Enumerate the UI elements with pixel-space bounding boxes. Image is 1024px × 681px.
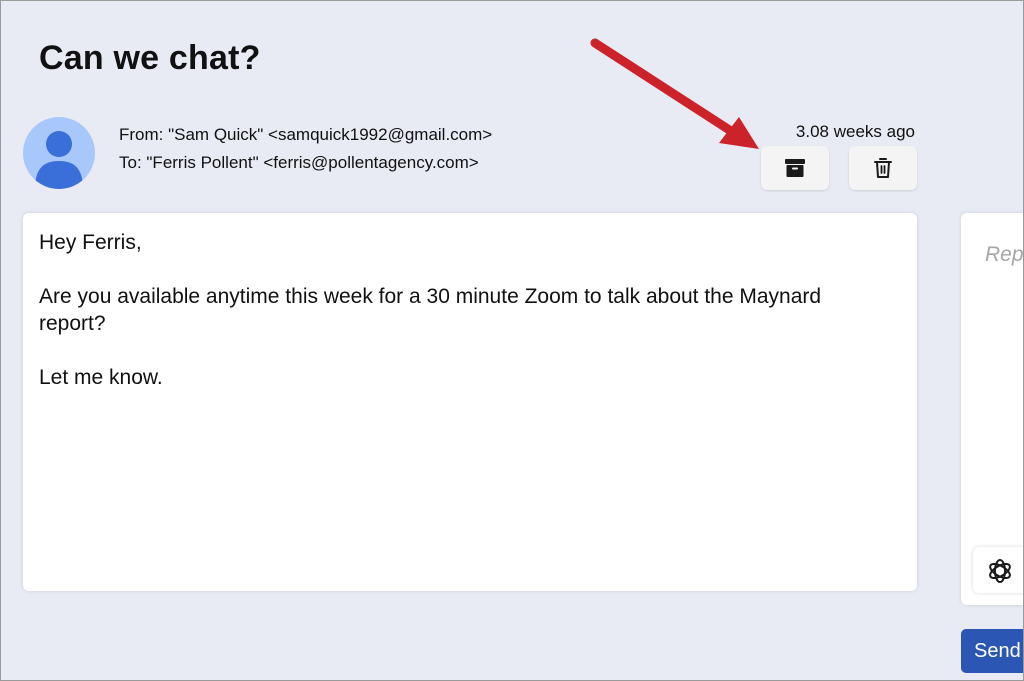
email-timestamp: 3.08 weeks ago [795,122,915,141]
send-button[interactable]: Send [961,629,1023,673]
ai-assist-button[interactable] [973,547,1023,593]
delete-button[interactable] [849,146,917,190]
email-body: Hey Ferris, Are you available anytime th… [23,213,917,591]
annotation-arrow [590,38,759,149]
email-subject: Can we chat? [39,39,261,77]
sender-avatar [23,117,95,189]
to-line: To: "Ferris Pollent" <ferris@pollentagen… [119,153,479,172]
archive-button[interactable] [761,146,829,190]
openai-icon [989,559,1011,583]
from-line: From: "Sam Quick" <samquick1992@gmail.co… [119,125,493,144]
reply-placeholder: Rep [985,243,1024,266]
email-meta: From: "Sam Quick" <samquick1992@gmail.co… [119,121,492,177]
body-paragraph: Are you available anytime this week for … [39,285,822,335]
archive-icon [785,159,805,177]
body-greeting: Hey Ferris, [39,231,142,254]
trash-icon [874,158,892,178]
email-view: Can we chat? From: "Sam Quick" <samquick… [0,0,1024,681]
body-closing: Let me know. [39,366,163,389]
person-icon [35,131,83,189]
